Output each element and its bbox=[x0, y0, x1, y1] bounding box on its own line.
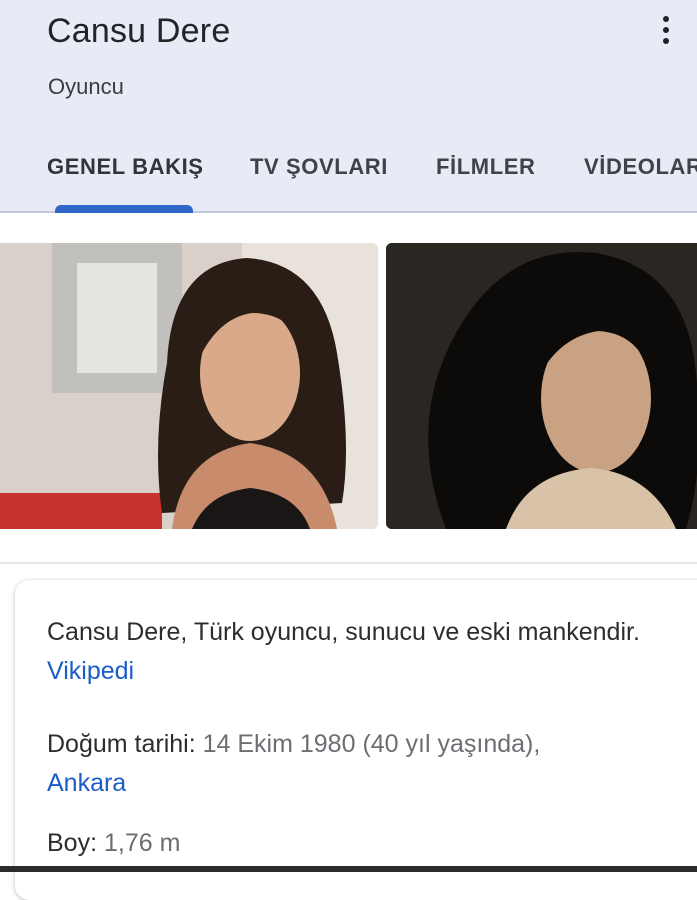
entity-subtitle: Oyuncu bbox=[48, 74, 124, 99]
knowledge-panel-header: Cansu Dere Oyuncu GENEL BAKIŞ TV ŞOVLARI… bbox=[0, 0, 697, 213]
more-vert-icon bbox=[663, 16, 669, 22]
section-divider bbox=[0, 562, 697, 564]
entity-description: Cansu Dere, Türk oyuncu, sunucu ve eski … bbox=[47, 613, 647, 691]
photo-2[interactable] bbox=[386, 243, 697, 529]
wikipedia-link[interactable]: Vikipedi bbox=[47, 657, 134, 685]
tab-tv-sovlari[interactable]: TV ŞOVLARI bbox=[250, 154, 388, 180]
tab-genel-bakis[interactable]: GENEL BAKIŞ bbox=[47, 154, 204, 180]
tab-filmler[interactable]: FİLMLER bbox=[436, 154, 536, 180]
fact-height: Boy: 1,76 m bbox=[47, 824, 180, 863]
photo-1[interactable] bbox=[0, 243, 378, 529]
fact-birth-label: Doğum tarihi: bbox=[47, 730, 196, 758]
fact-height-label: Boy: bbox=[47, 829, 98, 857]
description-text: Cansu Dere, Türk oyuncu, sunucu ve eski … bbox=[47, 618, 640, 646]
entity-title: Cansu Dere bbox=[47, 12, 231, 50]
fact-height-value: 1,76 m bbox=[103, 829, 181, 857]
active-tab-indicator bbox=[55, 205, 193, 213]
bottom-edge bbox=[0, 866, 697, 872]
tab-bar: GENEL BAKIŞ TV ŞOVLARI FİLMLER VİDEOLAR bbox=[0, 150, 697, 190]
fact-birth-value: 14 Ekim 1980 (40 yıl yaşında), bbox=[202, 730, 541, 758]
birthplace-link[interactable]: Ankara bbox=[47, 769, 126, 797]
fact-birth: Doğum tarihi: 14 Ekim 1980 (40 yıl yaşın… bbox=[47, 725, 667, 803]
more-options-button[interactable] bbox=[650, 10, 682, 50]
tab-videolar[interactable]: VİDEOLAR bbox=[584, 154, 697, 180]
